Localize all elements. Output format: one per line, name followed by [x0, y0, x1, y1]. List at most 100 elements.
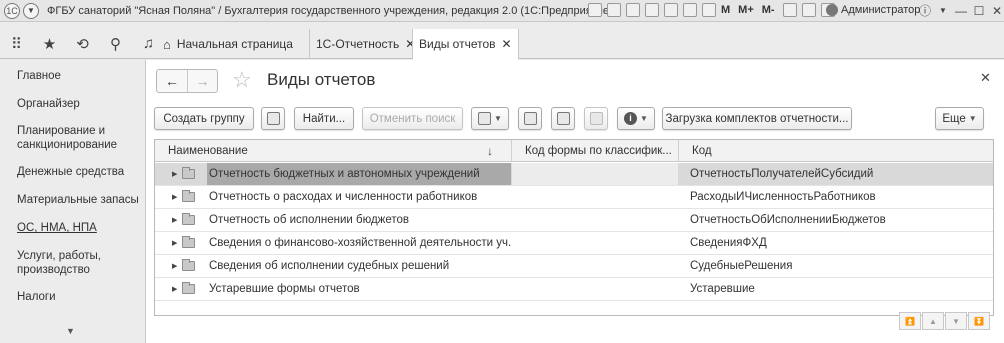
link-icon[interactable] [645, 3, 659, 17]
back-arrow-icon[interactable]: ← [157, 70, 187, 92]
table-navigation: ⏫ ▲ ▼ ⏬ [898, 312, 990, 330]
sections-grid-icon[interactable]: ⠿ [0, 29, 33, 59]
row-code: ОтчетностьПолучателейСубсидий [690, 168, 874, 180]
row-name: Отчетность об исполнении бюджетов [209, 214, 410, 226]
tab-close-icon[interactable]: ✕ [502, 37, 512, 51]
user-name: Администратор [841, 4, 921, 16]
row-name: Сведения о финансово-хозяйственной деяте… [209, 237, 511, 249]
print-icon[interactable] [607, 3, 621, 17]
settings-button[interactable] [551, 107, 575, 130]
create-group-button[interactable]: Создать группу [154, 107, 254, 130]
row-name: Сведения об исполнении судебных решений [209, 260, 450, 272]
scroll-down-icon[interactable]: ▼ [945, 312, 967, 330]
window-titlebar: 1C ▼ ФГБУ санаторий "Ясная Поляна" / Бух… [0, 0, 1004, 22]
zoom-icon[interactable] [782, 3, 797, 17]
scroll-up-icon[interactable]: ▲ [922, 312, 944, 330]
favorite-star-icon[interactable]: ☆ [232, 68, 252, 92]
minimize-icon[interactable]: — [952, 4, 970, 18]
user-menu[interactable]: Администратор [826, 4, 920, 16]
document-button[interactable] [584, 107, 608, 130]
row-name: Отчетность бюджетных и автономных учрежд… [207, 163, 511, 185]
sidebar-item-inventory[interactable]: Материальные запасы [17, 193, 139, 207]
tab-home[interactable]: ⌂ Начальная страница [163, 29, 293, 59]
tab-1c-reporting[interactable]: 1С-Отчетность ✕ [309, 29, 421, 59]
form-close-icon[interactable]: ✕ [980, 70, 991, 86]
sidebar-item-fixed-assets[interactable]: ОС, НМА, НПА [17, 221, 97, 235]
main-menu-icon[interactable]: ▼ [23, 2, 39, 19]
section-tabbar: ⠿ ★ ⟲ ⚲ ♫ ⌂ Начальная страница 1С-Отчетн… [0, 29, 1004, 60]
column-header-code[interactable]: Код [679, 140, 993, 162]
column-header-name[interactable]: Наименование [155, 140, 511, 162]
expand-arrow-icon[interactable]: ▶ [172, 186, 177, 209]
gear-icon [556, 112, 570, 125]
table-row[interactable]: ▶ Отчетность о расходах и численности ра… [155, 186, 993, 209]
row-form-code [512, 186, 678, 208]
calculator-icon[interactable] [683, 3, 697, 17]
folder-icon [182, 213, 195, 225]
info-icon: i [624, 112, 638, 125]
row-code: РасходыИЧисленностьРаботников [690, 191, 876, 203]
calendar-icon[interactable] [702, 3, 716, 17]
memory-subtract-button[interactable]: M- [762, 4, 775, 16]
window-controls: ⓘ ▼ — ☐ ✕ [916, 2, 1004, 19]
row-name: Устаревшие формы отчетов [209, 283, 360, 295]
expand-arrow-icon[interactable]: ▶ [172, 255, 177, 278]
sidebar-item-cash[interactable]: Денежные средства [17, 165, 124, 179]
table-row[interactable]: ▶ Отчетность бюджетных и автономных учре… [155, 163, 993, 186]
forward-arrow-icon[interactable]: → [187, 70, 217, 92]
notifications-bell-icon[interactable]: ♫ [132, 29, 165, 59]
search-icon[interactable]: ⚲ [99, 29, 132, 59]
report-types-table: Наименование ↓ Код формы по классифик...… [154, 139, 994, 316]
maximize-icon[interactable]: ☐ [970, 4, 988, 18]
sidebar-scroll-down-icon[interactable]: ▼ [66, 326, 75, 336]
table-row[interactable]: ▶ Сведения об исполнении судебных решени… [155, 255, 993, 278]
load-report-kits-button[interactable]: Загрузка комплектов отчетности... [662, 107, 852, 130]
expand-arrow-icon[interactable]: ▶ [172, 163, 177, 186]
print-dropdown-button[interactable]: ▼ [471, 107, 509, 130]
row-form-code [512, 209, 678, 231]
panel-icon[interactable] [801, 3, 816, 17]
info-dropdown-button[interactable]: i ▼ [617, 107, 655, 130]
copy-button[interactable] [261, 107, 285, 130]
sidebar-item-main[interactable]: Главное [17, 69, 61, 83]
scroll-to-top-icon[interactable]: ⏫ [899, 312, 921, 330]
close-icon[interactable]: ✕ [988, 4, 1004, 18]
table-row[interactable]: ▶ Устаревшие формы отчетов Устаревшие [155, 278, 993, 301]
tab-label: Виды отчетов [419, 37, 496, 51]
table-row[interactable]: ▶ Отчетность об исполнении бюджетов Отче… [155, 209, 993, 232]
more-button[interactable]: Еще ▼ [935, 107, 984, 130]
save-icon[interactable] [588, 3, 602, 17]
report-button[interactable] [518, 107, 542, 130]
expand-arrow-icon[interactable]: ▶ [172, 209, 177, 232]
table-row[interactable]: ▶ Сведения о финансово-хозяйственной дея… [155, 232, 993, 255]
window-title: ФГБУ санаторий "Ясная Поляна" / Бухгалте… [47, 4, 613, 17]
cancel-search-button[interactable]: Отменить поиск [362, 107, 463, 130]
sort-down-arrow-icon[interactable]: ↓ [487, 140, 493, 162]
row-code: ОтчетностьОбИсполненииБюджетов [690, 214, 886, 226]
memory-button[interactable]: M [721, 4, 730, 16]
expand-arrow-icon[interactable]: ▶ [172, 232, 177, 255]
folder-icon [182, 236, 195, 248]
expand-arrow-icon[interactable]: ▶ [172, 278, 177, 301]
folder-icon [182, 259, 195, 271]
report-types-form: ← → ☆ Виды отчетов ✕ Создать группу Найт… [146, 60, 1004, 343]
scroll-to-bottom-icon[interactable]: ⏬ [968, 312, 990, 330]
preview-icon[interactable] [626, 3, 640, 17]
favorites-star-icon[interactable]: ★ [33, 29, 66, 59]
folder-icon [182, 167, 195, 179]
sidebar-item-planning[interactable]: Планирование и санкционирование [17, 124, 127, 152]
sidebar-item-taxes[interactable]: Налоги [17, 290, 56, 304]
column-header-form-code[interactable]: Код формы по классифик... [512, 140, 678, 162]
copy-icon [266, 112, 280, 125]
chevron-down-icon[interactable]: ▼ [934, 6, 952, 15]
memory-add-button[interactable]: M+ [738, 4, 754, 16]
find-button[interactable]: Найти... [294, 107, 354, 130]
home-icon: ⌂ [163, 36, 171, 52]
titlebar-tools: M M+ M- [588, 3, 840, 17]
history-icon[interactable]: ⟲ [66, 29, 99, 59]
sidebar-item-organizer[interactable]: Органайзер [17, 97, 80, 111]
info-icon[interactable]: ⓘ [916, 2, 934, 19]
sidebar-item-services[interactable]: Услуги, работы, производство [17, 249, 117, 277]
tab-report-types[interactable]: Виды отчетов ✕ [412, 29, 519, 60]
copy-icon[interactable] [664, 3, 678, 17]
